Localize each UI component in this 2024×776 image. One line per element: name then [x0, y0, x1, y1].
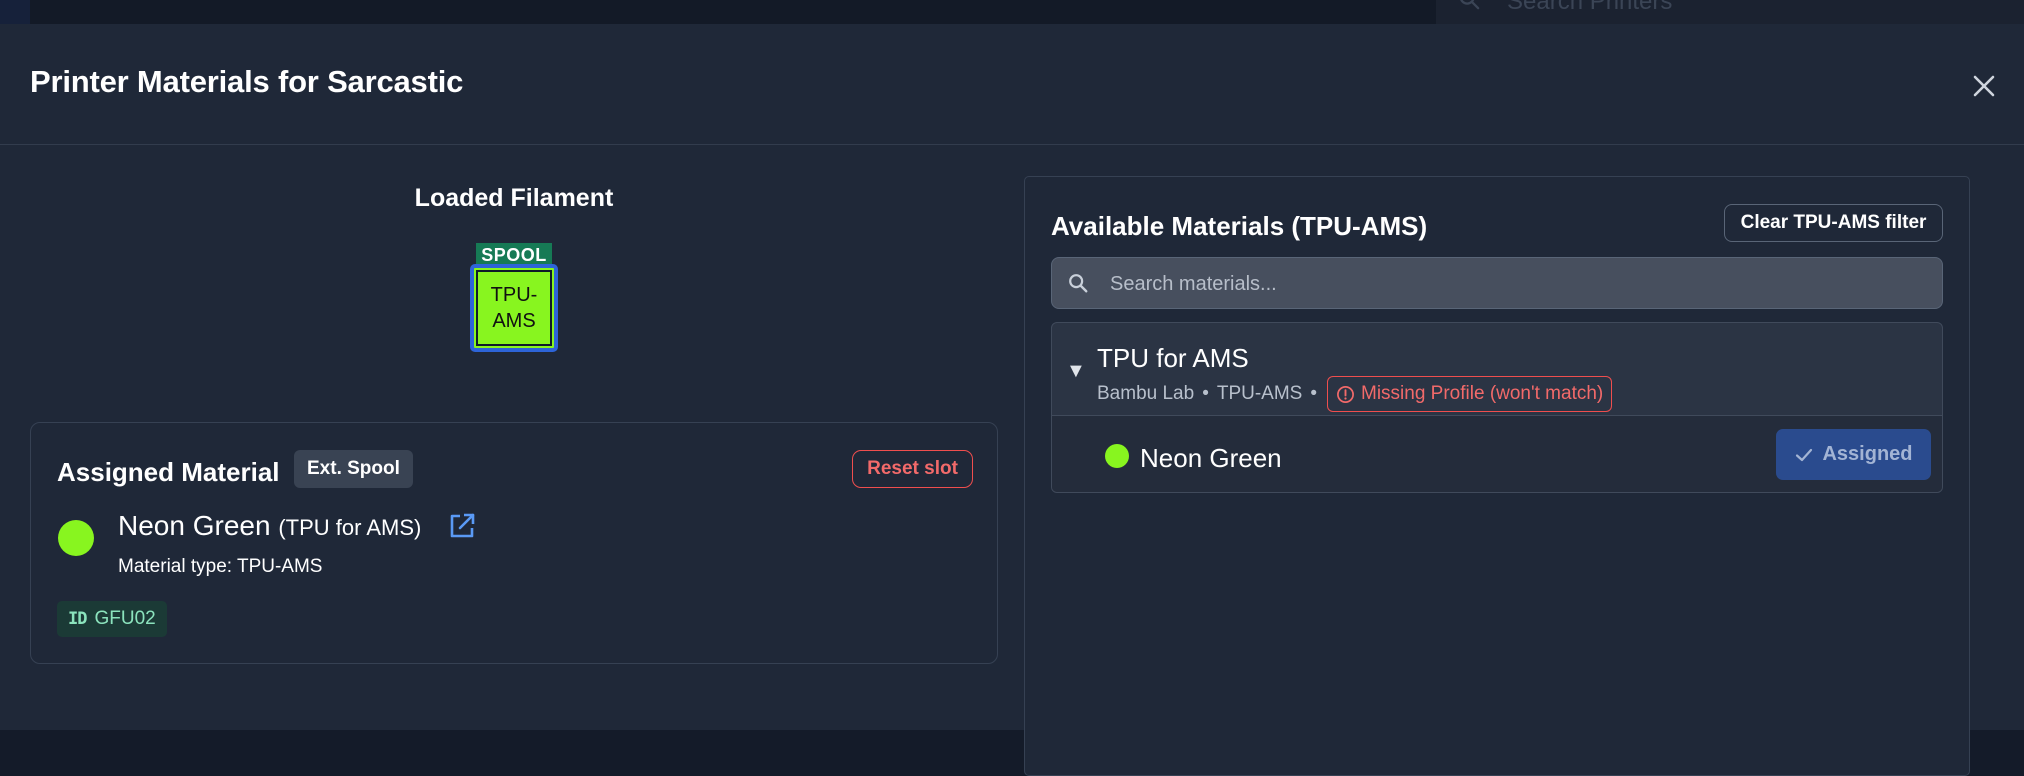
material-group-header[interactable]: ▼ TPU for AMS Bambu Lab • TPU-AMS • Miss… — [1052, 323, 1942, 416]
background-accent — [0, 0, 30, 24]
material-name-text: Neon Green — [118, 510, 271, 541]
clear-filter-button[interactable]: Clear TPU-AMS filter — [1724, 204, 1943, 242]
material-type-label: TPU-AMS — [1216, 383, 1303, 404]
close-icon[interactable] — [1966, 68, 2002, 104]
vendor-name: Bambu Lab — [1097, 383, 1195, 404]
modal-title: Printer Materials for Sarcastic — [30, 64, 464, 99]
printer-materials-modal: Printer Materials for Sarcastic Loaded F… — [0, 24, 2024, 776]
missing-profile-label: Missing Profile (won't match) — [1361, 383, 1604, 404]
filament-slot-label: TPU- AMS — [476, 270, 552, 346]
search-icon — [1069, 274, 1088, 293]
material-color-swatch — [58, 520, 94, 556]
material-profile-name: (TPU for AMS) — [278, 515, 422, 540]
check-icon — [1796, 448, 1813, 461]
list-item-name: Neon Green — [1140, 443, 1282, 473]
material-name: Neon Green (TPU for AMS) — [118, 510, 421, 542]
alert-circle-icon — [1337, 385, 1354, 403]
missing-profile-badge: Missing Profile (won't match) — [1327, 376, 1613, 412]
ext-spool-badge: Ext. Spool — [294, 450, 413, 488]
assigned-material-card: Assigned Material Ext. Spool Reset slot … — [30, 422, 998, 664]
meta-separator: • — [1310, 383, 1317, 404]
meta-separator: • — [1202, 383, 1209, 404]
material-id: GFU02 — [94, 608, 156, 629]
available-materials-title: Available Materials (TPU-AMS) — [1051, 211, 1428, 241]
materials-search — [1051, 257, 1943, 310]
caret-down-icon[interactable]: ▼ — [1066, 360, 1086, 383]
modal-header: Printer Materials for Sarcastic — [0, 24, 2024, 145]
filament-slot-label-line1: TPU- — [490, 284, 538, 306]
material-group: ▼ TPU for AMS Bambu Lab • TPU-AMS • Miss… — [1051, 322, 1943, 493]
material-id-badge: ID GFU02 — [57, 601, 167, 637]
assigned-material-title: Assigned Material — [57, 457, 280, 487]
assigned-button[interactable]: Assigned — [1776, 429, 1931, 480]
id-icon: ID — [68, 609, 88, 629]
loaded-filament-title: Loaded Filament — [414, 184, 614, 212]
filament-slot-label-line2: AMS — [492, 310, 536, 332]
external-link-icon[interactable] — [447, 511, 477, 541]
assigned-button-label: Assigned — [1822, 443, 1913, 465]
material-group-meta: Bambu Lab • TPU-AMS • Missing Profile (w… — [1097, 376, 1613, 412]
reset-slot-button[interactable]: Reset slot — [852, 450, 973, 488]
available-materials-panel: Available Materials (TPU-AMS) Clear TPU-… — [1024, 176, 1970, 776]
material-type: Material type: TPU-AMS — [118, 556, 323, 577]
list-item[interactable]: Neon Green Assigned — [1052, 416, 1942, 492]
search-icon — [1460, 0, 1480, 10]
material-color-swatch — [1105, 444, 1129, 468]
material-group-name: TPU for AMS — [1097, 343, 1249, 373]
search-materials-input[interactable] — [1108, 258, 1932, 310]
filament-slot[interactable]: TPU- AMS — [470, 264, 558, 352]
background-search-placeholder: Search Printers — [1507, 0, 1673, 15]
